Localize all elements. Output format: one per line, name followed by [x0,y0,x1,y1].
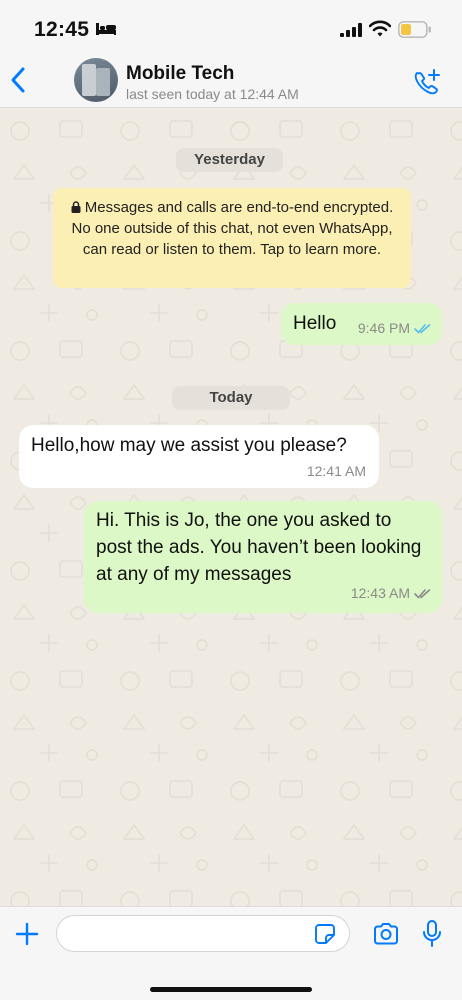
wifi-icon [369,20,391,37]
message-text: Hello,how may we assist you please? [31,435,347,456]
message-bubble-incoming[interactable]: Hello,how may we assist you please? 12:4… [19,425,379,488]
status-bar: 12:45 [0,0,462,54]
message-text: Hi. This is Jo, the one you asked to pos… [96,510,422,585]
message-meta: 12:43 AM [351,585,432,601]
bed-icon [96,23,116,35]
last-seen-status: last seen today at 12:44 AM [126,86,299,102]
encryption-notice[interactable]: Messages and calls are end-to-end encryp… [53,188,411,288]
message-input-bar [0,906,462,1000]
date-chip-today: Today [172,386,290,410]
plus-icon[interactable] [15,922,39,946]
message-text: Hello [293,313,337,334]
back-icon[interactable] [9,66,27,94]
home-indicator [150,987,312,992]
contact-name[interactable]: Mobile Tech [126,63,234,85]
avatar[interactable] [74,58,118,102]
chat-header: Mobile Tech last seen today at 12:44 AM [0,54,462,108]
delivered-ticks-icon [414,589,431,599]
message-time: 9:46 PM [357,320,410,336]
message-time: 12:41 AM [306,463,366,479]
message-time: 12:43 AM [350,585,410,601]
battery-icon [398,21,431,38]
encryption-notice-text: Messages and calls are end-to-end encryp… [71,199,394,258]
call-add-icon[interactable] [412,68,442,96]
message-bubble-outgoing[interactable]: Hello 9:46 PM [281,303,442,345]
mic-icon[interactable] [421,919,443,949]
lock-icon [71,201,81,213]
message-input[interactable] [56,915,350,952]
camera-icon[interactable] [372,922,400,946]
status-time: 12:45 [34,18,90,41]
signal-icon [340,23,362,37]
chat-area[interactable]: Yesterday Messages and calls are end-to-… [0,109,462,906]
message-bubble-outgoing[interactable]: Hi. This is Jo, the one you asked to pos… [84,501,442,613]
date-chip-yesterday: Yesterday [176,148,283,172]
read-ticks-icon [414,324,431,334]
message-meta: 9:46 PM [358,320,432,336]
sticker-icon[interactable] [314,923,336,945]
